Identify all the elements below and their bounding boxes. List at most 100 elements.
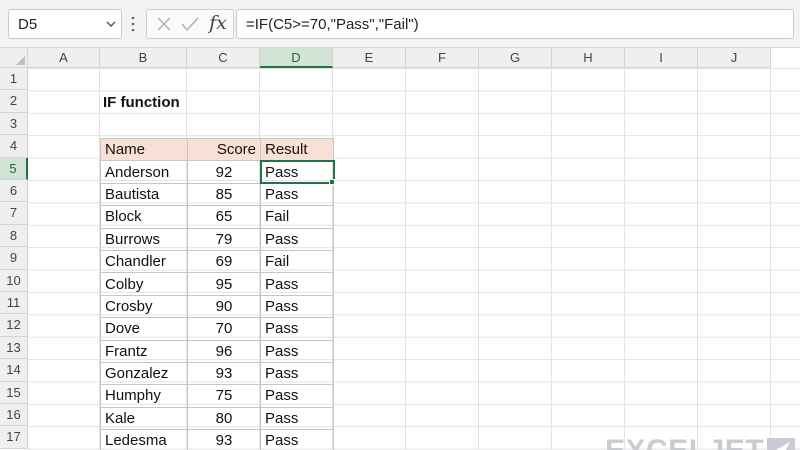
name-box[interactable]: D5 [8, 9, 122, 39]
worksheet-grid[interactable]: ABCDEFGHIJ 1 2 3 4 5 6 7 8 9 10 11 12 13 14 15 16 17 IF … [0, 48, 800, 450]
cell-result[interactable]: Pass [260, 272, 334, 296]
select-all-triangle-icon [16, 56, 25, 65]
cell-name[interactable]: Colby [100, 272, 188, 296]
column-header-h[interactable]: H [552, 48, 625, 68]
formula-input[interactable]: =IF(C5>=70,"Pass","Fail") [236, 9, 794, 39]
sheet-title[interactable]: IF function [103, 94, 180, 111]
cell-result[interactable]: Pass [260, 339, 334, 363]
column-header-g[interactable]: G [479, 48, 552, 68]
exceljet-logo: EXCELJET [605, 434, 796, 450]
table-row: Block 65 Fail [100, 205, 334, 229]
cell-score[interactable]: 69 [187, 249, 261, 274]
gridline [478, 68, 479, 450]
cell-name[interactable]: Gonzalez [100, 361, 188, 386]
row-header-16[interactable]: 16 [0, 404, 28, 427]
cell-score[interactable]: 80 [187, 406, 261, 431]
table-row: Kale 80 Pass [100, 406, 334, 431]
cell-result[interactable]: Fail [260, 205, 334, 229]
cell-name[interactable]: Anderson [100, 160, 188, 184]
cell-result[interactable]: Fail [260, 249, 334, 274]
cell-name[interactable]: Block [100, 205, 188, 229]
cell-name[interactable]: Kale [100, 406, 188, 431]
cell-score[interactable]: 92 [187, 160, 261, 184]
cell-score[interactable]: 79 [187, 227, 261, 251]
fill-handle[interactable] [329, 179, 335, 185]
table-row: Anderson 92 Pass [100, 159, 335, 185]
cell-score[interactable]: 93 [187, 361, 261, 386]
cell-result[interactable]: Pass [260, 182, 334, 207]
table-row: Humphy 75 Pass [100, 384, 334, 408]
table-row: Dove 70 Pass [100, 317, 334, 341]
column-header-d[interactable]: D [260, 48, 333, 68]
name-box-value: D5 [18, 16, 38, 33]
column-header-f[interactable]: F [406, 48, 479, 68]
row-header-15[interactable]: 15 [0, 381, 28, 404]
row-header-14[interactable]: 14 [0, 359, 28, 382]
column-header-b[interactable]: B [100, 48, 187, 68]
column-header-j[interactable]: J [698, 48, 771, 68]
column-header-i[interactable]: I [625, 48, 698, 68]
table-header-row: Name Score Result [100, 137, 334, 162]
table-row: Bautista 85 Pass [100, 182, 334, 207]
cell-name[interactable]: Humphy [100, 384, 188, 408]
cell-result[interactable]: Pass [259, 159, 335, 185]
select-all-corner[interactable] [0, 48, 28, 68]
cell-result[interactable]: Pass [260, 227, 334, 251]
cancel-icon[interactable] [150, 9, 178, 39]
cell-score[interactable]: 70 [187, 317, 261, 341]
row-header-6[interactable]: 6 [0, 180, 28, 203]
cell-result[interactable]: Pass [260, 361, 334, 386]
table-row: Gonzalez 93 Pass [100, 361, 334, 386]
column-header-a[interactable]: A [28, 48, 100, 68]
row-header-17[interactable]: 17 [0, 426, 28, 449]
row-header-5[interactable]: 5 [0, 157, 28, 180]
formula-bar: D5 fx =IF(C5>=70,"Pass","Fail") [0, 0, 800, 48]
cell-result[interactable]: Pass [260, 317, 334, 341]
cell-score[interactable]: 96 [187, 339, 261, 363]
gridline [551, 68, 552, 450]
row-header-7[interactable]: 7 [0, 202, 28, 225]
cell-name[interactable]: Dove [100, 317, 188, 341]
row-header-10[interactable]: 10 [0, 269, 28, 292]
header-name[interactable]: Name [100, 137, 188, 162]
row-header-13[interactable]: 13 [0, 336, 28, 360]
chevron-down-icon[interactable] [106, 19, 116, 29]
row-header-11[interactable]: 11 [0, 292, 28, 315]
logo-text: EXCELJET [605, 434, 764, 450]
column-header-c[interactable]: C [187, 48, 260, 68]
cell-name[interactable]: Chandler [100, 249, 188, 274]
cell-result[interactable]: Pass [260, 406, 334, 431]
cell-result[interactable]: Pass [260, 384, 334, 408]
cell-score[interactable]: 90 [187, 294, 261, 319]
table-row: Frantz 96 Pass [100, 339, 334, 363]
cell-result[interactable]: Pass [260, 429, 334, 450]
column-header-e[interactable]: E [333, 48, 406, 68]
cell-name[interactable]: Frantz [100, 339, 188, 363]
cell-name[interactable]: Burrows [100, 227, 188, 251]
cell-score[interactable]: 65 [187, 205, 261, 229]
cell-name[interactable]: Ledesma [100, 429, 188, 450]
cell-result[interactable]: Pass [260, 294, 334, 319]
cell-name[interactable]: Bautista [100, 182, 188, 207]
row-header-8[interactable]: 8 [0, 224, 28, 248]
gridline [697, 68, 698, 450]
row-header-3[interactable]: 3 [0, 112, 28, 136]
row-header-12[interactable]: 12 [0, 314, 28, 337]
row-header-9[interactable]: 9 [0, 247, 28, 270]
cell-score[interactable]: 85 [187, 182, 261, 207]
enter-check-icon[interactable] [176, 9, 204, 39]
header-score[interactable]: Score [187, 137, 261, 162]
row-header-4[interactable]: 4 [0, 135, 28, 158]
header-result[interactable]: Result [260, 137, 334, 162]
table-row: Crosby 90 Pass [100, 294, 334, 319]
insert-function-icon[interactable]: fx [205, 8, 231, 38]
cell-score[interactable]: 93 [187, 429, 261, 450]
row-header-2[interactable]: 2 [0, 90, 28, 113]
cell-score[interactable]: 75 [187, 384, 261, 408]
formula-text: =IF(C5>=70,"Pass","Fail") [246, 16, 419, 33]
table-row: Burrows 79 Pass [100, 227, 334, 251]
row-header-1[interactable]: 1 [0, 68, 28, 91]
cell-name[interactable]: Crosby [100, 294, 188, 319]
more-options-icon[interactable] [130, 14, 136, 34]
cell-score[interactable]: 95 [187, 272, 261, 296]
